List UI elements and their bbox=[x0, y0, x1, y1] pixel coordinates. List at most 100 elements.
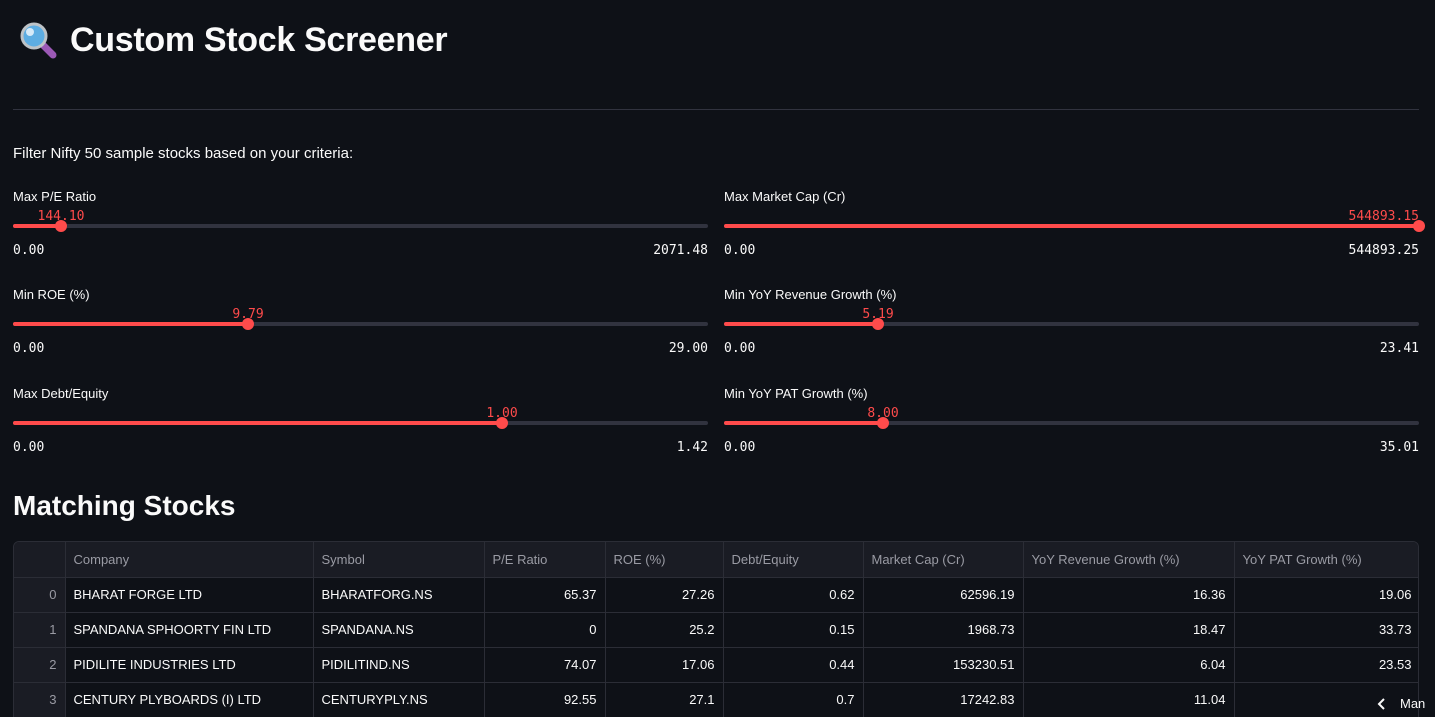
column-header[interactable]: Symbol bbox=[313, 542, 485, 578]
table-row: 2 PIDILITE INDUSTRIES LTD PIDILITIND.NS … bbox=[14, 647, 1418, 683]
table-cell[interactable]: 23.53 bbox=[1234, 647, 1418, 683]
slider-fill bbox=[13, 322, 248, 326]
pat-growth-slider[interactable]: Min YoY PAT Growth (%) 8.00 0.00 35.01 bbox=[724, 386, 1419, 456]
table-cell[interactable]: 25.2 bbox=[605, 612, 724, 648]
table-cell[interactable]: 153230.51 bbox=[863, 647, 1024, 683]
slider-thumb[interactable] bbox=[242, 318, 254, 330]
table-cell[interactable]: 92.55 bbox=[484, 682, 606, 717]
slider-track[interactable] bbox=[13, 421, 708, 425]
row-index: 1 bbox=[14, 612, 66, 648]
row-index: 2 bbox=[14, 647, 66, 683]
table-header-row: Company Symbol P/E Ratio ROE (%) Debt/Eq… bbox=[14, 542, 1418, 578]
slider-label: Min YoY Revenue Growth (%) bbox=[724, 287, 897, 302]
table-row: 0 BHARAT FORGE LTD BHARATFORG.NS 65.37 2… bbox=[14, 577, 1418, 613]
slider-min: 0.00 bbox=[724, 243, 756, 258]
slider-fill bbox=[724, 421, 883, 425]
table-row: 1 SPANDANA SPHOORTY FIN LTD SPANDANA.NS … bbox=[14, 612, 1418, 648]
slider-thumb[interactable] bbox=[872, 318, 884, 330]
table-cell[interactable]: 0.7 bbox=[723, 682, 864, 717]
slider-max: 544893.25 bbox=[1348, 243, 1419, 258]
slider-thumb[interactable] bbox=[1413, 220, 1425, 232]
pe-ratio-slider[interactable]: Max P/E Ratio 144.10 0.00 2071.48 bbox=[13, 189, 708, 259]
table-cell[interactable]: BHARATFORG.NS bbox=[313, 577, 485, 613]
table-cell[interactable]: 0.44 bbox=[723, 647, 864, 683]
slider-min: 0.00 bbox=[13, 243, 45, 258]
table-cell[interactable]: 74.07 bbox=[484, 647, 606, 683]
page-header: Custom Stock Screener bbox=[18, 18, 448, 62]
slider-track[interactable] bbox=[13, 224, 708, 228]
table-cell[interactable]: 0 bbox=[484, 612, 606, 648]
table-cell[interactable]: 16.36 bbox=[1023, 577, 1235, 613]
slider-label: Max Debt/Equity bbox=[13, 386, 109, 401]
slider-fill bbox=[724, 224, 1419, 228]
table-cell[interactable]: PIDILITE INDUSTRIES LTD bbox=[65, 647, 314, 683]
roe-slider[interactable]: Min ROE (%) 9.79 0.00 29.00 bbox=[13, 287, 708, 357]
slider-fill bbox=[13, 224, 61, 228]
column-header[interactable]: YoY Revenue Growth (%) bbox=[1023, 542, 1235, 578]
table-cell[interactable]: 27.1 bbox=[605, 682, 724, 717]
slider-label: Min YoY PAT Growth (%) bbox=[724, 386, 868, 401]
manage-app-toggle[interactable]: Man bbox=[1376, 690, 1435, 717]
column-header[interactable]: ROE (%) bbox=[605, 542, 724, 578]
slider-track[interactable] bbox=[724, 421, 1419, 425]
slider-thumb[interactable] bbox=[496, 417, 508, 429]
slider-value: 544893.15 bbox=[1348, 209, 1419, 224]
table-cell[interactable]: 17242.83 bbox=[863, 682, 1024, 717]
results-table[interactable]: Company Symbol P/E Ratio ROE (%) Debt/Eq… bbox=[13, 541, 1419, 717]
debt-equity-slider[interactable]: Max Debt/Equity 1.00 0.00 1.42 bbox=[13, 386, 708, 456]
column-header[interactable] bbox=[14, 542, 66, 578]
table-cell[interactable]: 18.47 bbox=[1023, 612, 1235, 648]
table-cell[interactable]: 0.15 bbox=[723, 612, 864, 648]
magnifying-glass-icon bbox=[18, 20, 58, 60]
table-cell[interactable]: 33.73 bbox=[1234, 612, 1418, 648]
column-header[interactable]: P/E Ratio bbox=[484, 542, 606, 578]
slider-thumb[interactable] bbox=[55, 220, 67, 232]
revenue-growth-slider[interactable]: Min YoY Revenue Growth (%) 5.19 0.00 23.… bbox=[724, 287, 1419, 357]
slider-track[interactable] bbox=[13, 322, 708, 326]
table-cell[interactable]: 27.26 bbox=[605, 577, 724, 613]
table-cell[interactable]: 65.37 bbox=[484, 577, 606, 613]
slider-label: Min ROE (%) bbox=[13, 287, 90, 302]
slider-max: 35.01 bbox=[1379, 440, 1419, 455]
slider-min: 0.00 bbox=[13, 341, 45, 356]
table-cell[interactable]: 6.04 bbox=[1023, 647, 1235, 683]
table-cell[interactable]: 17.06 bbox=[605, 647, 724, 683]
chevron-left-icon[interactable] bbox=[1376, 697, 1388, 710]
table-cell[interactable]: 62596.19 bbox=[863, 577, 1024, 613]
page-title: Custom Stock Screener bbox=[70, 20, 448, 59]
table-cell[interactable]: BHARAT FORGE LTD bbox=[65, 577, 314, 613]
table-cell[interactable]: SPANDANA SPHOORTY FIN LTD bbox=[65, 612, 314, 648]
manage-app-label[interactable]: Man bbox=[1400, 696, 1425, 711]
slider-track[interactable] bbox=[724, 322, 1419, 326]
table-cell[interactable]: 1968.73 bbox=[863, 612, 1024, 648]
slider-thumb[interactable] bbox=[877, 417, 889, 429]
table-cell[interactable]: SPANDANA.NS bbox=[313, 612, 485, 648]
slider-max: 1.42 bbox=[676, 440, 708, 455]
market-cap-slider[interactable]: Max Market Cap (Cr) 544893.15 0.00 54489… bbox=[724, 189, 1425, 259]
table-cell[interactable]: CENTURY PLYBOARDS (I) LTD bbox=[65, 682, 314, 717]
slider-max: 29.00 bbox=[668, 341, 708, 356]
column-header[interactable]: Market Cap (Cr) bbox=[863, 542, 1024, 578]
slider-fill bbox=[724, 322, 878, 326]
column-header[interactable]: Company bbox=[65, 542, 314, 578]
slider-min: 0.00 bbox=[13, 440, 45, 455]
slider-min: 0.00 bbox=[724, 341, 756, 356]
table-cell[interactable]: PIDILITIND.NS bbox=[313, 647, 485, 683]
column-header[interactable]: Debt/Equity bbox=[723, 542, 864, 578]
column-header[interactable]: YoY PAT Growth (%) bbox=[1234, 542, 1418, 578]
slider-max: 23.41 bbox=[1379, 341, 1419, 356]
row-index: 3 bbox=[14, 682, 66, 717]
slider-label: Max P/E Ratio bbox=[13, 189, 97, 204]
header-divider bbox=[13, 109, 1419, 110]
row-index: 0 bbox=[14, 577, 66, 613]
slider-min: 0.00 bbox=[724, 440, 756, 455]
matching-stocks-title: Matching Stocks bbox=[13, 490, 236, 521]
slider-max: 2071.48 bbox=[653, 243, 708, 258]
slider-track[interactable] bbox=[724, 224, 1419, 228]
intro-text: Filter Nifty 50 sample stocks based on y… bbox=[13, 145, 354, 162]
table-cell[interactable]: 0.62 bbox=[723, 577, 864, 613]
table-cell[interactable]: 19.06 bbox=[1234, 577, 1418, 613]
table-cell[interactable]: CENTURYPLY.NS bbox=[313, 682, 485, 717]
table-cell[interactable]: 11.04 bbox=[1023, 682, 1235, 717]
app-page: Custom Stock Screener Filter Nifty 50 sa… bbox=[0, 0, 1435, 717]
